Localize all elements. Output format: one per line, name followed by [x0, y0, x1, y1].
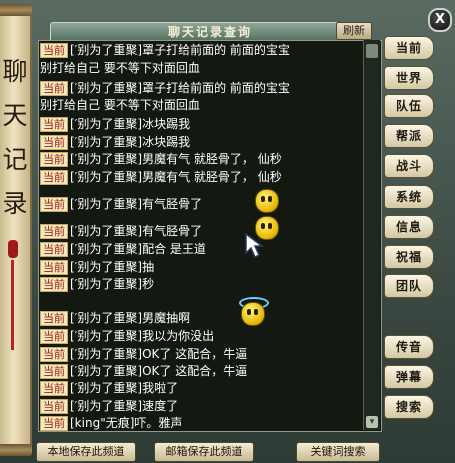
channel-tag: 当前	[40, 399, 68, 414]
scroll-down-arrow-icon[interactable]: ▾	[366, 416, 378, 428]
chat-line: 当前 [′别为了重聚]罩子打给前面的 前面的宝宝	[40, 42, 290, 58]
mouse-cursor-icon	[245, 233, 265, 259]
angel-face-icon	[241, 302, 265, 326]
chat-line: 当前 [′别为了重聚]速度了	[40, 398, 178, 414]
channel-tag: 当前	[40, 242, 68, 257]
title-bar: 聊天记录查询	[50, 22, 370, 42]
message-text: [′别为了重聚]速度了	[70, 399, 179, 413]
chat-line: 当前 [′别为了重聚]冰块踢我	[40, 116, 190, 132]
message-text: [′别为了重聚]男魔抽啊	[70, 311, 191, 325]
channel-tag: 当前	[40, 277, 68, 292]
search-button[interactable]: 搜索	[384, 395, 434, 419]
chat-line: 当前 [′别为了重聚]我啦了	[40, 380, 178, 396]
channel-tag: 当前	[40, 152, 68, 167]
channel-tag: 当前	[40, 347, 68, 362]
channel-tag: 当前	[40, 416, 68, 431]
channel-button-system[interactable]: 系统	[384, 185, 434, 209]
message-text: [′别为了重聚]男魔有气 就胫骨了， 仙秒	[70, 170, 282, 184]
chat-line: 当前 [′别为了重聚]有气胫骨了	[40, 196, 202, 212]
channel-tag: 当前	[40, 381, 68, 396]
message-text: [king"无痕]吓。雅声	[70, 416, 183, 430]
surprised-face-icon	[255, 189, 279, 213]
channel-tag: 当前	[40, 260, 68, 275]
scroll-roll-bottom	[0, 444, 32, 456]
close-button[interactable]: X	[428, 8, 452, 32]
red-tassel	[8, 240, 18, 390]
channel-button-group[interactable]: 团队	[384, 274, 434, 298]
channel-button-guild[interactable]: 帮派	[384, 124, 434, 148]
chat-line: 当前 [′别为了重聚]OK了 这配合，牛逼	[40, 363, 247, 379]
message-text: [′别为了重聚]冰块踢我	[70, 117, 191, 131]
save-mail-button[interactable]: 邮箱保存此频道	[154, 442, 254, 462]
message-text: [′别为了重聚]我啦了	[70, 381, 179, 395]
chat-line: 当前 [′别为了重聚]冰块踢我	[40, 134, 190, 150]
channel-tag: 当前	[40, 170, 68, 185]
chat-line: 当前 [′别为了重聚]秒	[40, 276, 154, 292]
message-text: [′别为了重聚]有气胫骨了	[70, 224, 203, 238]
channel-tag: 当前	[40, 329, 68, 344]
channel-tag: 当前	[40, 117, 68, 132]
message-text: [′别为了重聚]男魔有气 就胫骨了， 仙秒	[70, 152, 282, 166]
channel-button-info[interactable]: 信息	[384, 215, 434, 239]
message-text: [′别为了重聚]配合 是王道	[70, 242, 206, 256]
channel-button-battle[interactable]: 战斗	[384, 154, 434, 178]
refresh-button[interactable]: 刷新	[336, 22, 372, 40]
message-text: [′别为了重聚]罩子打给前面的 前面的宝宝	[70, 43, 290, 57]
chat-line: 当前 [′别为了重聚]抽	[40, 259, 154, 275]
chat-line: 当前 [′别为了重聚]OK了 这配合，牛逼	[40, 346, 247, 362]
message-continuation: 别打给自己 要不等下对面回血	[40, 61, 200, 75]
chat-line: 当前 [′别为了重聚]我以为你没出	[40, 328, 214, 344]
log-scrollbar[interactable]: ▾	[363, 40, 380, 430]
message-text: [′别为了重聚]秒	[70, 277, 155, 291]
channel-button-team[interactable]: 队伍	[384, 94, 434, 118]
channel-button-barrage[interactable]: 弹幕	[384, 365, 434, 389]
chat-line: 当前 [king"无痕]吓。雅声	[40, 415, 182, 431]
chat-line: 当前 [′别为了重聚]男魔抽啊	[40, 310, 190, 326]
channel-tag: 当前	[40, 311, 68, 326]
keyword-search-button[interactable]: 关键词搜索	[296, 442, 380, 462]
channel-button-world[interactable]: 世界	[384, 66, 434, 90]
window-title: 聊天记录查询	[167, 25, 252, 39]
chat-line: 当前 [′别为了重聚]男魔有气 就胫骨了， 仙秒	[40, 169, 282, 185]
channel-tag: 当前	[40, 135, 68, 150]
channel-tag: 当前	[40, 197, 68, 212]
message-text: [′别为了重聚]OK了 这配合，牛逼	[70, 364, 248, 378]
message-text: [′别为了重聚]冰块踢我	[70, 135, 191, 149]
message-text: [′别为了重聚]OK了 这配合，牛逼	[70, 347, 248, 361]
chat-line: 当前 [′别为了重聚]男魔有气 就胫骨了， 仙秒	[40, 151, 282, 167]
message-text: [′别为了重聚]罩子打给前面的 前面的宝宝	[70, 81, 290, 95]
chat-line: 当前 [′别为了重聚]有气胫骨了	[40, 223, 202, 239]
scroll-roll-top	[0, 4, 32, 16]
channel-tag: 当前	[40, 81, 68, 96]
channel-tag: 当前	[40, 224, 68, 239]
save-local-button[interactable]: 本地保存此频道	[36, 442, 136, 462]
chat-line: 当前 [′别为了重聚]罩子打给前面的 前面的宝宝	[40, 80, 290, 96]
scroll-calligraphy: 聊天记录	[2, 57, 28, 218]
message-text: [′别为了重聚]抽	[70, 260, 155, 274]
channel-button-blessing[interactable]: 祝福	[384, 245, 434, 269]
channel-button-current[interactable]: 当前	[384, 36, 434, 60]
chat-line: 当前 [′别为了重聚]配合 是王道	[40, 241, 206, 257]
channel-button-whisper[interactable]: 传音	[384, 335, 434, 359]
channel-tag: 当前	[40, 43, 68, 58]
message-text: [′别为了重聚]我以为你没出	[70, 329, 215, 343]
channel-tag: 当前	[40, 364, 68, 379]
message-continuation: 别打给自己 要不等下对面回血	[40, 98, 200, 112]
message-text: [′别为了重聚]有气胫骨了	[70, 197, 203, 211]
scrollbar-thumb[interactable]	[366, 44, 378, 58]
